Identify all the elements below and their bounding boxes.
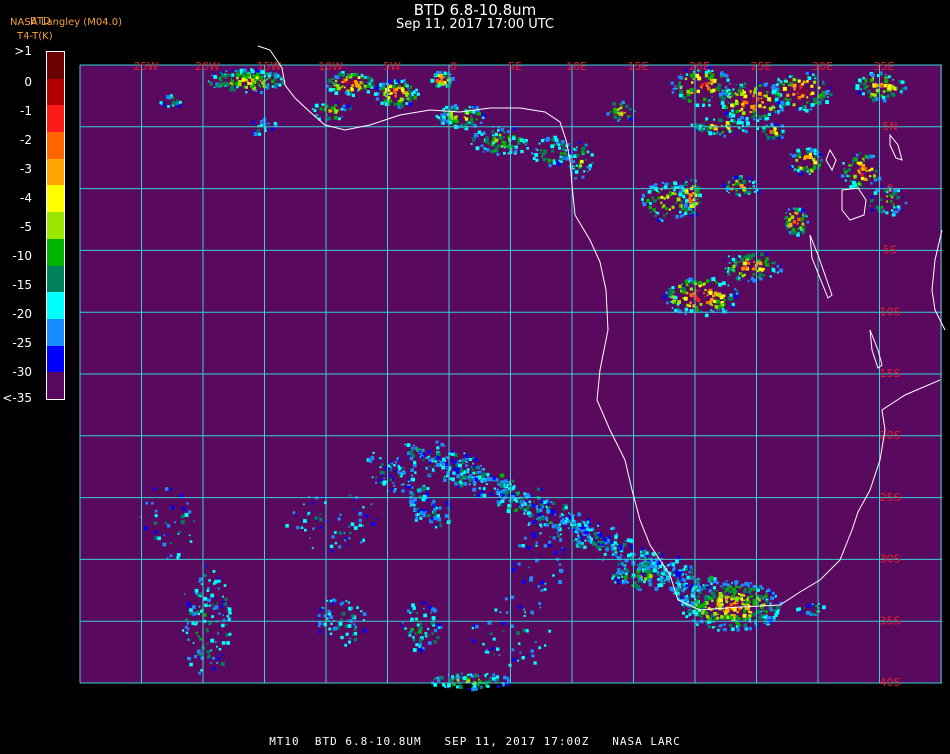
legend-title: BTD	[30, 16, 51, 27]
longitude-label: 25E	[751, 60, 772, 73]
legend-label: -4	[20, 191, 32, 205]
latitude-label: 30S	[880, 553, 901, 566]
legend-label: -25	[12, 336, 32, 350]
legend-label: -3	[20, 162, 32, 176]
legend-label: >1	[14, 44, 32, 58]
latitude-label: 25S	[880, 491, 901, 504]
units-label: T4-T(K)	[17, 31, 53, 42]
legend-label: -15	[12, 278, 32, 292]
legend-swatch	[47, 345, 64, 373]
legend-swatch	[47, 78, 64, 106]
legend-swatch	[47, 132, 64, 160]
longitude-label: 10W	[318, 60, 343, 73]
longitude-label: 5W	[383, 60, 401, 73]
longitude-label: 15E	[628, 60, 649, 73]
longitude-label: 10E	[566, 60, 587, 73]
credit-line: NASA Langley (M04.0)	[10, 17, 122, 28]
legend-swatch	[47, 372, 64, 400]
legend-swatch	[47, 265, 64, 293]
latitude-label: 20S	[880, 429, 901, 442]
legend-label: -1	[20, 104, 32, 118]
latitude-label: 5N	[882, 120, 897, 133]
satellite-map: 25W 20W 15W 10W 5W 0 5E 10E 15E 20E 25E 30E 35E 5N 0 5S…	[0, 0, 950, 750]
map-canvas: 25W 20W 15W 10W 5W 0 5E 10E 15E 20E 25E 30E 35E5N05S…	[79, 45, 946, 692]
map-timestamp: Sep 11, 2017 17:00 UTC	[395, 17, 555, 32]
longitude-label: 20W	[195, 60, 220, 73]
latitude-label: 15S	[880, 367, 901, 380]
legend-swatch	[47, 292, 64, 320]
longitude-label: 0	[450, 60, 457, 73]
longitude-label: 35E	[874, 60, 895, 73]
longitude-label: 5E	[508, 60, 522, 73]
footer-caption: MT10 BTD 6.8-10.8UM SEP 11, 2017 17:00Z …	[269, 735, 681, 748]
legend-swatch	[47, 158, 64, 186]
legend-swatch	[47, 318, 64, 347]
longitude-label: 25W	[134, 60, 159, 73]
legend-label: -20	[12, 307, 32, 321]
legend-swatch	[47, 105, 64, 133]
latitude-label: 5S	[883, 244, 897, 257]
legend-swatch	[47, 212, 64, 240]
legend-swatch	[47, 185, 64, 213]
legend-swatch	[47, 238, 64, 267]
legend-label: <-35	[2, 391, 32, 405]
legend-label: -2	[20, 133, 32, 147]
latitude-label: 35S	[880, 614, 901, 627]
legend-swatch	[47, 52, 64, 80]
legend-label: -30	[12, 365, 32, 379]
latitude-label: 0	[887, 182, 894, 195]
longitude-label: 30E	[812, 60, 833, 73]
latitude-label: 40S	[880, 676, 901, 689]
longitude-label: 20E	[689, 60, 710, 73]
legend-label: -5	[20, 220, 32, 234]
color-legend	[46, 51, 65, 400]
legend-label: 0	[24, 75, 32, 89]
legend-label: -10	[12, 249, 32, 263]
latitude-label: 10S	[880, 305, 901, 318]
